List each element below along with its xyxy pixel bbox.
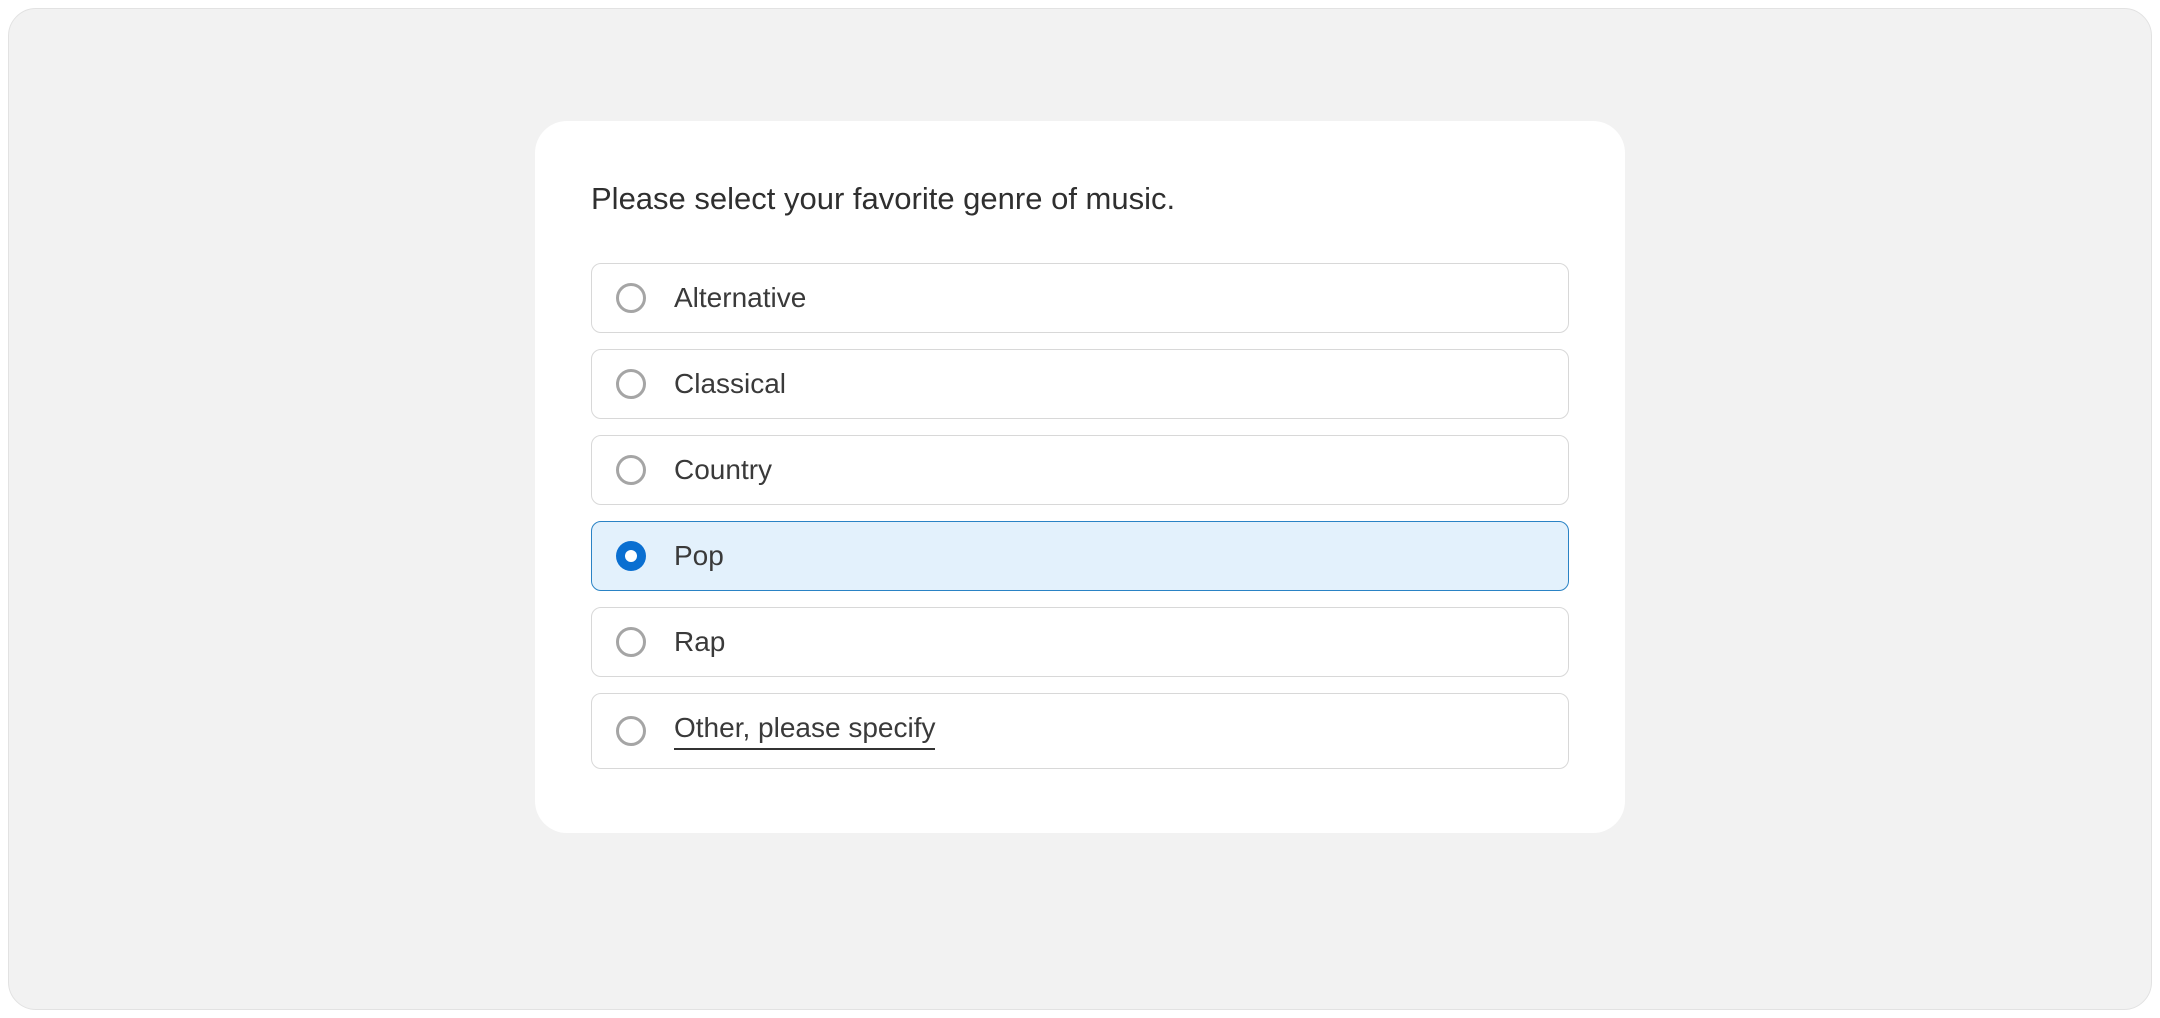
option-label: Other, please specify	[674, 712, 935, 750]
option-label: Pop	[674, 540, 724, 572]
option-pop[interactable]: Pop	[591, 521, 1569, 591]
option-rap[interactable]: Rap	[591, 607, 1569, 677]
option-alternative[interactable]: Alternative	[591, 263, 1569, 333]
radio-icon	[616, 627, 646, 657]
question-card: Please select your favorite genre of mus…	[535, 121, 1625, 833]
option-other[interactable]: Other, please specify	[591, 693, 1569, 769]
option-classical[interactable]: Classical	[591, 349, 1569, 419]
radio-icon	[616, 369, 646, 399]
option-label: Rap	[674, 626, 725, 658]
radio-icon	[616, 541, 646, 571]
radio-icon	[616, 716, 646, 746]
radio-icon	[616, 455, 646, 485]
option-label: Classical	[674, 368, 786, 400]
page-frame: Please select your favorite genre of mus…	[8, 8, 2152, 1010]
option-label: Country	[674, 454, 772, 486]
options-list: Alternative Classical Country Pop Rap Ot	[591, 263, 1569, 769]
option-label: Alternative	[674, 282, 806, 314]
question-title: Please select your favorite genre of mus…	[591, 181, 1569, 217]
option-country[interactable]: Country	[591, 435, 1569, 505]
radio-icon	[616, 283, 646, 313]
